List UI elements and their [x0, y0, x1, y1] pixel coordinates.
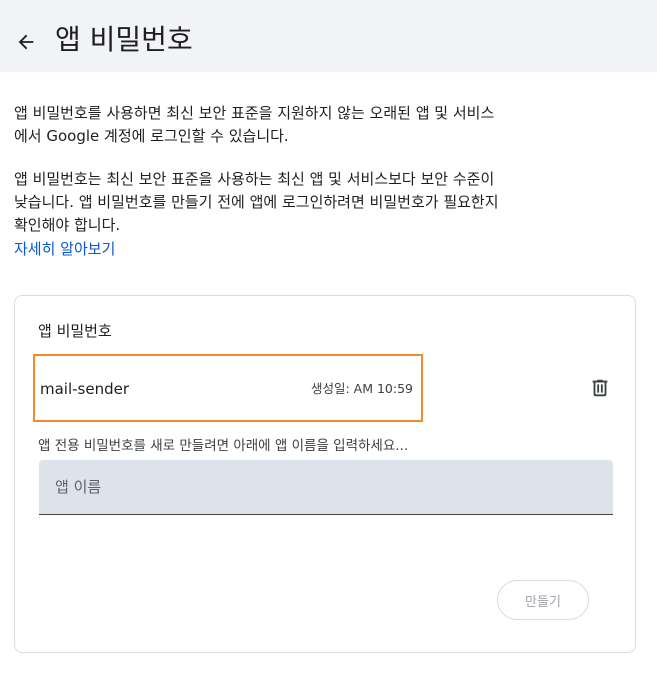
delete-app-password-button[interactable]: [586, 374, 614, 402]
page-title: 앱 비밀번호: [55, 23, 193, 56]
intro-paragraph-2-line: 낮습니다. 앱 비밀번호를 만들기 전에 앱에 로그인하려면 비밀번호가 필요한…: [14, 193, 499, 211]
new-password-hint: 앱 전용 비밀번호를 새로 만들려면 아래에 앱 이름을 입력하세요...: [38, 438, 409, 454]
intro-paragraph-1-line: 앱 비밀번호를 사용하면 최신 보안 표준을 지원하지 않는 오래된 앱 및 서…: [14, 104, 495, 122]
intro-paragraph-1: 앱 비밀번호를 사용하면 최신 보안 표준을 지원하지 않는 오래된 앱 및 서…: [14, 102, 574, 148]
trash-icon: [592, 379, 608, 397]
intro-paragraph-2: 앱 비밀번호는 최신 보안 표준을 사용하는 최신 앱 및 서비스보다 보안 수…: [14, 168, 574, 237]
back-button[interactable]: [12, 28, 40, 56]
app-name-input[interactable]: [39, 460, 613, 515]
app-password-row: mail-sender 생성일: AM 10:59: [33, 354, 423, 422]
create-button[interactable]: 만들기: [497, 580, 589, 620]
arrow-left-icon: [18, 34, 34, 50]
intro-paragraph-1-line: 에서 Google 계정에 로그인할 수 있습니다.: [14, 127, 289, 145]
intro-paragraph-2-line: 앱 비밀번호는 최신 보안 표준을 사용하는 최신 앱 및 서비스보다 보안 수…: [14, 170, 495, 188]
page-header: 앱 비밀번호: [0, 0, 657, 72]
app-passwords-card: 앱 비밀번호 mail-sender 생성일: AM 10:59 앱 전용 비밀…: [14, 295, 636, 653]
card-title: 앱 비밀번호: [38, 322, 112, 340]
intro-paragraph-2-line: 확인해야 합니다.: [14, 216, 121, 234]
learn-more-link[interactable]: 자세히 알아보기: [14, 238, 115, 261]
app-password-name: mail-sender: [40, 380, 130, 398]
app-password-created: 생성일: AM 10:59: [310, 381, 413, 396]
